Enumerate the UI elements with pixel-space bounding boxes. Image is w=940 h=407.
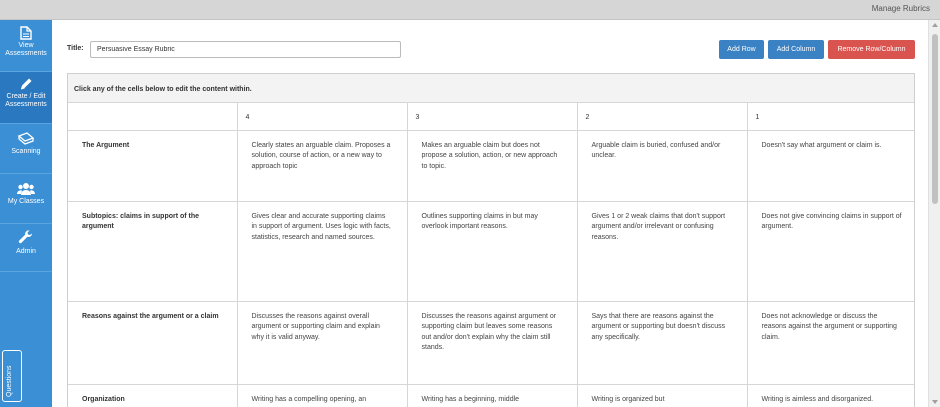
main-content: Title: Add Row Add Column Remove Row/Col… xyxy=(52,20,928,407)
rubric-row: Organization Writing has a compelling op… xyxy=(68,384,914,407)
header-cell-score[interactable]: 2 xyxy=(577,103,748,131)
rubric-cell[interactable]: Writing has a beginning, middle xyxy=(407,384,578,407)
rubric-row: The Argument Clearly states an arguable … xyxy=(68,130,914,202)
header-cell-corner[interactable] xyxy=(68,103,238,131)
sidebar-item-create-edit-assessments[interactable]: Create / Edit Assessments xyxy=(0,72,52,124)
rubric-instruction: Click any of the cells below to edit the… xyxy=(68,74,914,103)
rubric-table: 4 3 2 1 The Argument Clearly states an a… xyxy=(68,103,914,407)
wrench-icon xyxy=(18,230,32,244)
rubric-row-label[interactable]: The Argument xyxy=(68,130,238,202)
rubric-cell[interactable]: Writing is organized but xyxy=(577,384,748,407)
sidebar-item-scanning[interactable]: Scanning xyxy=(0,124,52,174)
add-column-button[interactable]: Add Column xyxy=(768,40,824,59)
rubric-cell[interactable]: Gives clear and accurate supporting clai… xyxy=(237,201,408,302)
rubric-cell[interactable]: Makes an arguable claim but does not pro… xyxy=(407,130,578,202)
document-icon xyxy=(20,26,32,40)
rubric-cell[interactable]: Writing is aimless and disorganized. xyxy=(747,384,914,407)
questions-tab[interactable]: Questions xyxy=(2,350,22,402)
rubric-row-label[interactable]: Subtopics: claims in support of the argu… xyxy=(68,201,238,302)
rubric-cell[interactable]: Outlines supporting claims in but may ov… xyxy=(407,201,578,302)
sidebar-item-admin[interactable]: Admin xyxy=(0,224,52,272)
sidebar: View Assessments Create / Edit Assessmen… xyxy=(0,20,52,407)
sidebar-item-label: Create / Edit Assessments xyxy=(5,93,47,108)
questions-tab-label: Questions xyxy=(6,365,13,397)
sidebar-item-label: My Classes xyxy=(7,198,45,205)
rubric-cell[interactable]: Discusses the reasons against overall ar… xyxy=(237,301,408,385)
sidebar-item-my-classes[interactable]: My Classes xyxy=(0,174,52,224)
scanner-icon xyxy=(17,132,35,145)
rubric-row-label[interactable]: Reasons against the argument or a claim xyxy=(68,301,238,385)
rubric-cell[interactable]: Doesn't say what argument or claim is. xyxy=(747,130,914,202)
rubric-cell[interactable]: Says that there are reasons against the … xyxy=(577,301,748,385)
sidebar-item-view-assessments[interactable]: View Assessments xyxy=(0,20,52,72)
rubric-cell[interactable]: Clearly states an arguable claim. Propos… xyxy=(237,130,408,202)
sidebar-item-label: Scanning xyxy=(11,148,41,155)
header-cell-score[interactable]: 3 xyxy=(407,103,578,131)
rubric-row: Reasons against the argument or a claim … xyxy=(68,301,914,385)
title-input[interactable] xyxy=(90,41,401,58)
rubric-cell[interactable]: Gives 1 or 2 weak claims that don't supp… xyxy=(577,201,748,302)
users-icon xyxy=(17,183,35,195)
scrollbar-thumb[interactable] xyxy=(932,34,938,204)
remove-row-column-button[interactable]: Remove Row/Column xyxy=(828,40,915,59)
title-label: Title: xyxy=(67,45,84,52)
scroll-down-arrow-icon[interactable] xyxy=(932,400,938,404)
add-row-button[interactable]: Add Row xyxy=(719,40,764,59)
rubric-cell[interactable]: Does not acknowledge or discuss the reas… xyxy=(747,301,914,385)
scroll-up-arrow-icon[interactable] xyxy=(932,23,938,27)
rubric-row-label[interactable]: Organization xyxy=(68,384,238,407)
header-cell-score[interactable]: 4 xyxy=(237,103,408,131)
rubric-header-row: 4 3 2 1 xyxy=(68,103,914,131)
rubric-cell[interactable]: Arguable claim is buried, confused and/o… xyxy=(577,130,748,202)
rubric-cell[interactable]: Does not give convincing claims in suppo… xyxy=(747,201,914,302)
rubric-row: Subtopics: claims in support of the argu… xyxy=(68,201,914,302)
sidebar-item-label: Admin xyxy=(16,248,36,255)
header-cell-score[interactable]: 1 xyxy=(747,103,914,131)
top-bar: Manage Rubrics xyxy=(0,0,940,20)
rubric-cell[interactable]: Discusses the reasons against argument o… xyxy=(407,301,578,385)
rubric-grid: Click any of the cells below to edit the… xyxy=(67,73,915,407)
pencil-icon xyxy=(20,78,32,90)
page-breadcrumb: Manage Rubrics xyxy=(871,4,930,13)
page-scrollbar[interactable] xyxy=(928,20,940,407)
rubric-cell[interactable]: Writing has a compelling opening, an xyxy=(237,384,408,407)
sidebar-item-label: View Assessments xyxy=(5,42,47,57)
